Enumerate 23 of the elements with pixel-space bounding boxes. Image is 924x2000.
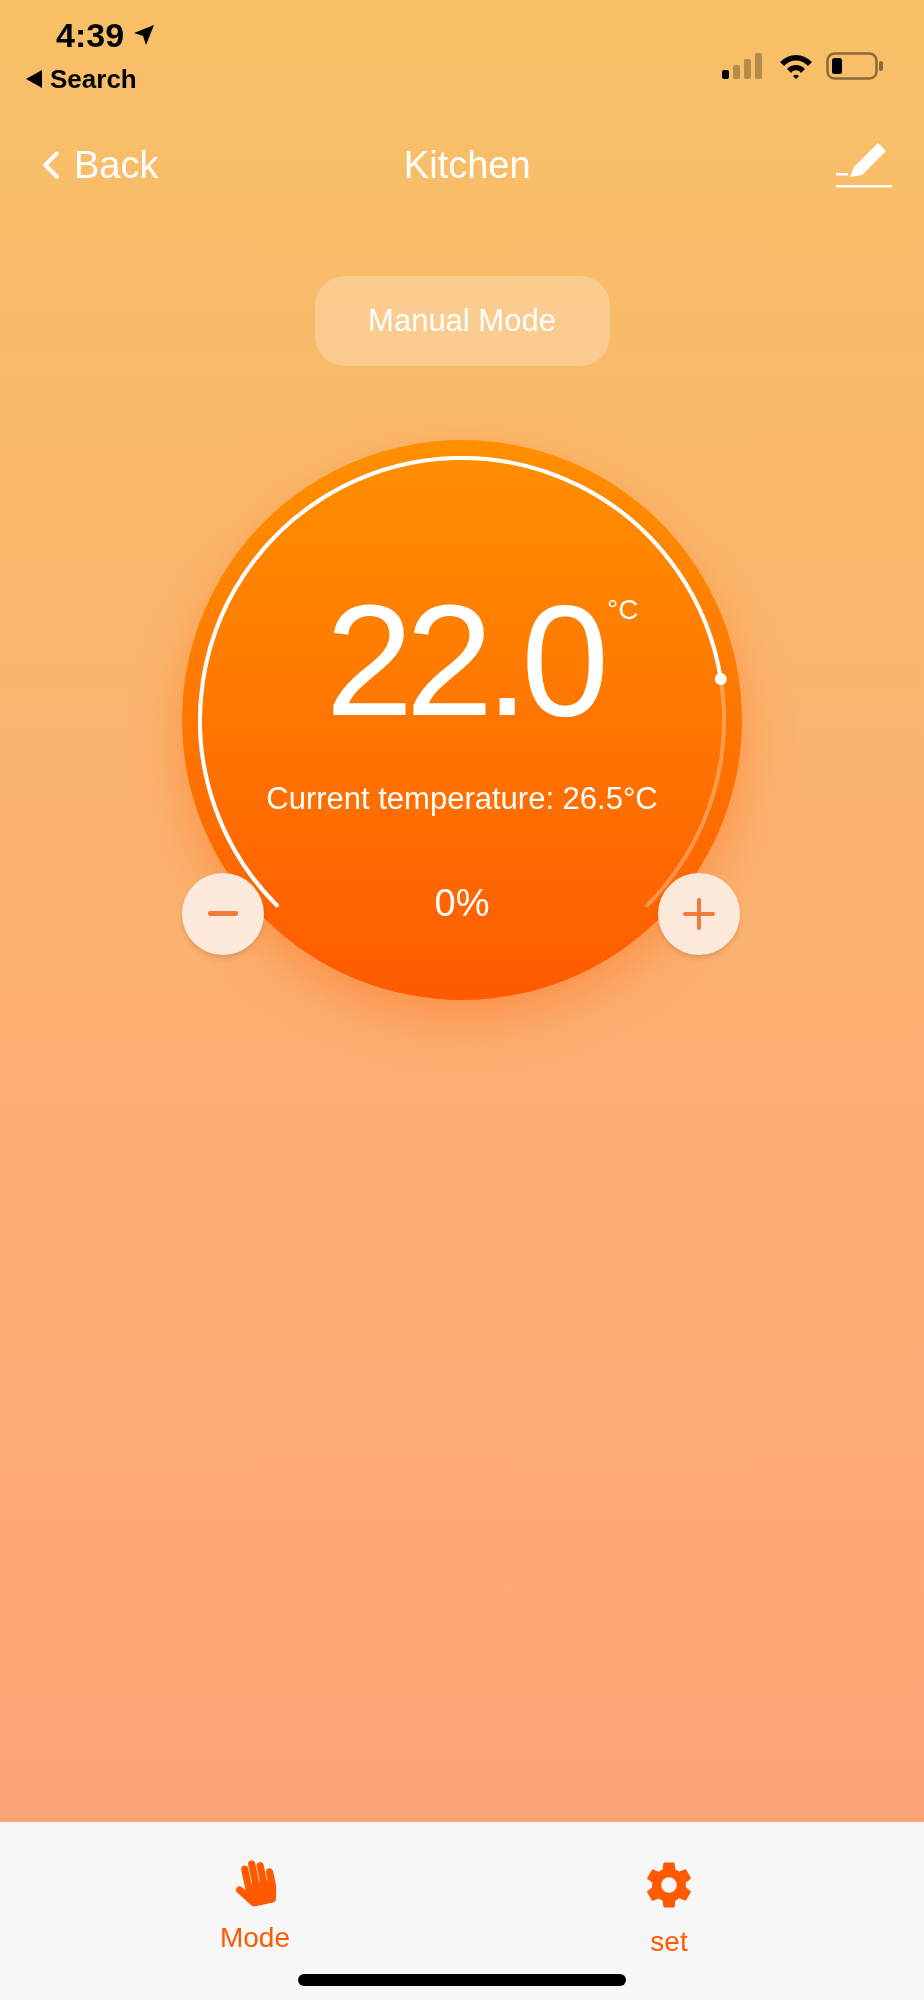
setpoint-handle[interactable]	[714, 673, 727, 685]
current-temperature: Current temperature: 26.5°C	[266, 780, 658, 818]
wifi-icon	[778, 53, 814, 79]
edit-pencil-icon[interactable]	[836, 141, 892, 189]
status-time: 4:39	[56, 18, 125, 52]
mode-badge: Manual Mode	[314, 276, 610, 366]
increase-button[interactable]	[658, 873, 740, 955]
battery-icon	[826, 52, 884, 80]
back-button[interactable]: Back	[28, 139, 159, 191]
setpoint-temperature: 22.0	[325, 600, 602, 720]
temperature-unit: °C	[607, 596, 639, 624]
decrease-button[interactable]	[182, 873, 264, 955]
output-percentage: 0%	[434, 880, 490, 926]
back-triangle-icon[interactable]	[26, 70, 42, 88]
minus-icon	[208, 911, 238, 917]
location-arrow-icon	[132, 23, 157, 47]
page-title: Kitchen	[403, 146, 531, 184]
back-label: Back	[74, 146, 159, 184]
settings-icon	[644, 1860, 694, 1910]
back-to-app-link[interactable]: Search	[50, 66, 137, 92]
tab-bar-item[interactable]: set	[609, 1860, 729, 1956]
tab-bar-item[interactable]: Mode	[195, 1860, 315, 1956]
plus-icon	[683, 898, 715, 930]
